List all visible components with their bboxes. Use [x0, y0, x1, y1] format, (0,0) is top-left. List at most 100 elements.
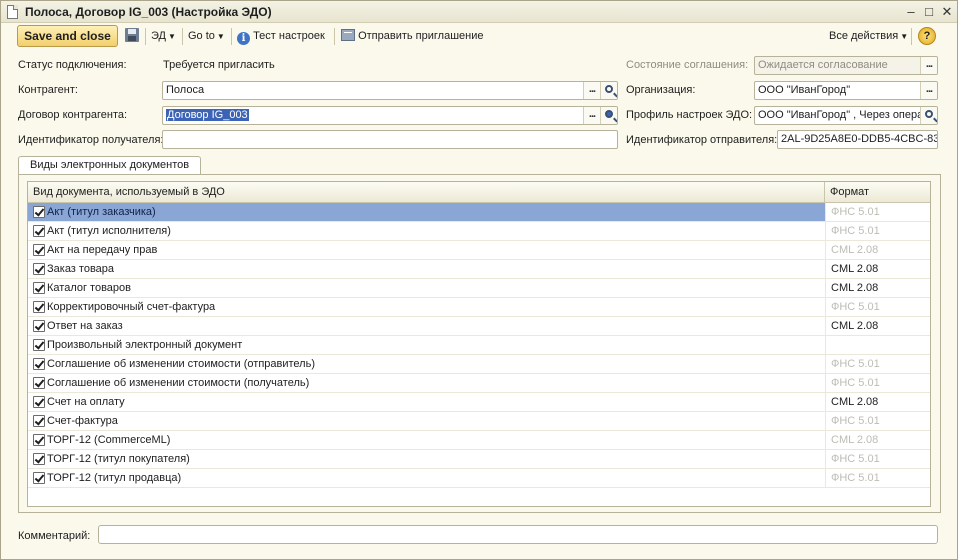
- ed-menu-label: ЭД: [151, 30, 166, 42]
- row-checkbox[interactable]: [33, 415, 45, 427]
- table-row[interactable]: Акт (титул заказчика) ФНС 5.01: [28, 203, 930, 222]
- row-checkbox[interactable]: [33, 282, 45, 294]
- goto-menu-button[interactable]: Go to ▼: [188, 29, 225, 45]
- document-type-name: Произвольный электронный документ: [47, 339, 243, 351]
- row-checkbox[interactable]: [33, 434, 45, 446]
- table-row[interactable]: ТОРГ-12 (титул покупателя) ФНС 5.01: [28, 450, 930, 469]
- row-checkbox[interactable]: [33, 472, 45, 484]
- row-checkbox[interactable]: [33, 358, 45, 370]
- row-checkbox[interactable]: [33, 301, 45, 313]
- select-button[interactable]: ...: [583, 82, 600, 99]
- document-format[interactable]: ФНС 5.01: [825, 469, 930, 487]
- profile-label: Профиль настроек ЭДО:: [626, 109, 753, 121]
- table-row[interactable]: Соглашение об изменении стоимости (отпра…: [28, 355, 930, 374]
- document-format[interactable]: ФНС 5.01: [825, 222, 930, 240]
- table-row[interactable]: Произвольный электронный документ: [28, 336, 930, 355]
- document-icon: [7, 5, 18, 19]
- document-format[interactable]: ФНС 5.01: [825, 374, 930, 392]
- save-icon[interactable]: [125, 28, 139, 42]
- table-row[interactable]: Ответ на заказ CML 2.08: [28, 317, 930, 336]
- table-row[interactable]: ТОРГ-12 (титул продавца) ФНС 5.01: [28, 469, 930, 488]
- counterparty-field[interactable]: Полоса ...: [162, 81, 618, 100]
- help-icon[interactable]: ?: [918, 27, 936, 45]
- toolbar-separator: [231, 28, 232, 45]
- title-bar: Полоса, Договор IG_003 (Настройка ЭДО) –…: [1, 1, 957, 23]
- more-icon: ...: [920, 57, 937, 74]
- test-settings-label: Тест настроек: [253, 30, 325, 42]
- document-format[interactable]: ФНС 5.01: [825, 355, 930, 373]
- document-type-name: ТОРГ-12 (титул покупателя): [47, 453, 190, 465]
- contract-value: Договор IG_003: [166, 109, 249, 121]
- document-format[interactable]: ФНС 5.01: [825, 298, 930, 316]
- table-row[interactable]: Акт (титул исполнителя) ФНС 5.01: [28, 222, 930, 241]
- toolbar-separator: [911, 28, 912, 45]
- document-format[interactable]: ФНС 5.01: [825, 203, 930, 221]
- search-icon[interactable]: [600, 107, 617, 124]
- column-header-document-type[interactable]: Вид документа, используемый в ЭДО: [33, 186, 225, 198]
- toolbar-separator: [182, 28, 183, 45]
- row-checkbox[interactable]: [33, 377, 45, 389]
- profile-field[interactable]: ООО "ИванГород" , Через опера: [754, 106, 938, 125]
- comment-field[interactable]: [98, 525, 938, 544]
- tab-document-types[interactable]: Виды электронных документов: [18, 156, 201, 175]
- row-checkbox[interactable]: [33, 206, 45, 218]
- document-format[interactable]: ФНС 5.01: [825, 450, 930, 468]
- test-settings-button[interactable]: i Тест настроек: [237, 29, 325, 45]
- ed-menu-button[interactable]: ЭД ▼: [151, 29, 176, 45]
- document-type-name: ТОРГ-12 (титул продавца): [47, 472, 182, 484]
- search-icon[interactable]: [920, 107, 937, 124]
- chevron-down-icon: ▼: [900, 32, 909, 41]
- select-button[interactable]: ...: [583, 107, 600, 124]
- document-type-name: Каталог товаров: [47, 282, 131, 294]
- organization-field[interactable]: ООО "ИванГород" ...: [754, 81, 938, 100]
- document-format[interactable]: [825, 336, 930, 354]
- table-row[interactable]: Заказ товара CML 2.08: [28, 260, 930, 279]
- row-checkbox[interactable]: [33, 244, 45, 256]
- contract-field[interactable]: Договор IG_003 ...: [162, 106, 618, 125]
- document-format[interactable]: CML 2.08: [825, 317, 930, 335]
- comment-label: Комментарий:: [18, 530, 91, 542]
- table-row[interactable]: Счет-фактура ФНС 5.01: [28, 412, 930, 431]
- all-actions-button[interactable]: Все действия ▼: [829, 29, 908, 45]
- table-row[interactable]: Каталог товаров CML 2.08: [28, 279, 930, 298]
- document-types-table[interactable]: Вид документа, используемый в ЭДО Формат…: [27, 181, 931, 507]
- document-format[interactable]: CML 2.08: [825, 393, 930, 411]
- save-and-close-button[interactable]: Save and close: [17, 25, 118, 47]
- row-checkbox[interactable]: [33, 453, 45, 465]
- table-row[interactable]: Соглашение об изменении стоимости (получ…: [28, 374, 930, 393]
- window-title: Полоса, Договор IG_003 (Настройка ЭДО): [25, 5, 272, 19]
- table-row[interactable]: Акт на передачу прав CML 2.08: [28, 241, 930, 260]
- document-format[interactable]: CML 2.08: [825, 241, 930, 259]
- row-checkbox[interactable]: [33, 396, 45, 408]
- recipient-id-field[interactable]: [162, 130, 618, 149]
- document-format[interactable]: CML 2.08: [825, 431, 930, 449]
- sender-id-field[interactable]: 2AL-9D25A8E0-DDB5-4CBC-830: [777, 130, 938, 149]
- document-format[interactable]: CML 2.08: [825, 260, 930, 278]
- document-type-name: Соглашение об изменении стоимости (отпра…: [47, 358, 315, 370]
- document-type-name: Акт (титул заказчика): [47, 206, 156, 218]
- document-format[interactable]: ФНС 5.01: [825, 412, 930, 430]
- column-header-format[interactable]: Формат: [830, 186, 869, 198]
- row-checkbox[interactable]: [33, 225, 45, 237]
- all-actions-label: Все действия: [829, 30, 899, 42]
- row-checkbox[interactable]: [33, 320, 45, 332]
- search-icon[interactable]: [600, 82, 617, 99]
- maximize-icon[interactable]: □: [921, 4, 937, 20]
- table-row[interactable]: ТОРГ-12 (CommerceML) CML 2.08: [28, 431, 930, 450]
- table-header: Вид документа, используемый в ЭДО Формат: [28, 182, 930, 203]
- document-type-name: Соглашение об изменении стоимости (получ…: [47, 377, 310, 389]
- document-format[interactable]: CML 2.08: [825, 279, 930, 297]
- toolbar-separator: [334, 28, 335, 45]
- select-button[interactable]: ...: [920, 82, 937, 99]
- close-icon[interactable]: ✕: [939, 4, 955, 20]
- row-checkbox[interactable]: [33, 263, 45, 275]
- minimize-icon[interactable]: –: [903, 4, 919, 20]
- goto-menu-label: Go to: [188, 30, 215, 42]
- table-row[interactable]: Счет на оплату CML 2.08: [28, 393, 930, 412]
- table-row[interactable]: Корректировочный счет-фактура ФНС 5.01: [28, 298, 930, 317]
- send-invitation-button[interactable]: Отправить приглашение: [341, 29, 483, 45]
- sender-id-label: Идентификатор отправителя:: [626, 134, 778, 146]
- document-type-name: Счет-фактура: [47, 415, 118, 427]
- organization-value: ООО "ИванГород": [758, 84, 851, 96]
- row-checkbox[interactable]: [33, 339, 45, 351]
